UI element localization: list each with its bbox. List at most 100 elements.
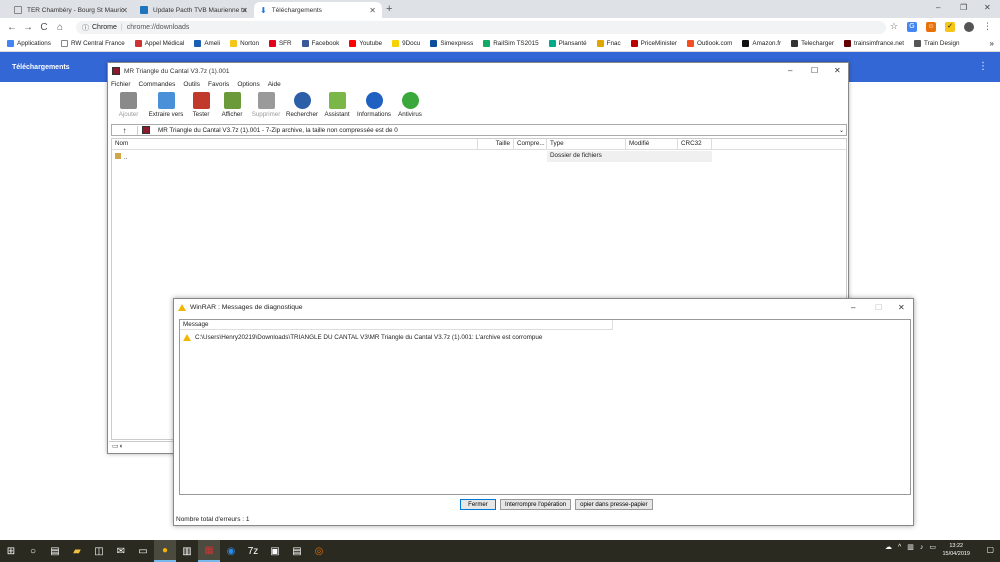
close-icon[interactable]: ✕ [369, 6, 376, 15]
copy-clipboard-button[interactable]: opier dans presse-papier [575, 499, 653, 510]
winrar-taskbar-icon[interactable]: ▦ [198, 540, 220, 562]
forward-button[interactable]: → [20, 22, 36, 33]
menu-fichier[interactable]: Fichier [111, 81, 131, 88]
extract-button[interactable]: Extraire vers [147, 90, 185, 118]
home-button[interactable]: ⌂ [52, 22, 68, 33]
bookmark-norton[interactable]: Norton [230, 40, 259, 47]
menu-outils[interactable]: Outils [183, 81, 200, 88]
column-name[interactable]: Nom [112, 139, 478, 149]
windows-start-icon[interactable]: ⊞ [0, 540, 22, 562]
new-tab-button[interactable]: + [386, 3, 392, 15]
keyboard-icon[interactable]: ▭ [929, 543, 936, 551]
bookmark-plansante[interactable]: Plansanté [548, 40, 587, 47]
bookmark-9docu[interactable]: 9Docu [392, 40, 420, 47]
column-modified[interactable]: Modifié [626, 139, 678, 149]
teamviewer-icon[interactable]: ◉ [220, 540, 242, 562]
app-icon[interactable]: ▤ [286, 540, 308, 562]
up-folder-button[interactable]: ↑ [112, 125, 138, 135]
menu-options[interactable]: Options [237, 81, 259, 88]
bookmark-amazon[interactable]: Amazon.fr [742, 40, 781, 47]
wizard-button[interactable]: Assistant [321, 90, 353, 118]
menu-commandes[interactable]: Commandes [139, 81, 176, 88]
chevron-down-icon[interactable]: ⌄ [839, 127, 844, 134]
mail-icon[interactable]: ✉ [110, 540, 132, 562]
tab-update[interactable]: Update Pacth TVB Maurienne ta ✕ [134, 2, 254, 18]
omnibox[interactable]: ⓘ Chrome | chrome://downloads [76, 21, 886, 34]
notification-icon[interactable]: ▢ [986, 545, 994, 554]
add-button[interactable]: Ajouter [112, 90, 145, 118]
test-button[interactable]: Tester [187, 90, 215, 118]
cloud-icon[interactable]: ☁ [885, 543, 892, 551]
7zip-icon[interactable]: 7z [242, 540, 264, 562]
file-explorer-icon[interactable]: ▰ [66, 540, 88, 562]
message-list[interactable]: Message C:\Users\Henry20219\Downloads\TR… [179, 319, 911, 495]
maximize-button[interactable]: ❐ [960, 3, 967, 12]
info-button[interactable]: Informations [355, 90, 393, 118]
movies-icon[interactable]: ▥ [176, 540, 198, 562]
menu-aide[interactable]: Aide [268, 81, 281, 88]
norton-icon[interactable]: ✓ [945, 21, 955, 32]
tab-ter[interactable]: TER Chambéry - Bourg St Mauric ✕ [8, 2, 134, 18]
app-icon[interactable]: ◎ [308, 540, 330, 562]
column-message[interactable]: Message [180, 320, 613, 330]
menu-icon[interactable]: ⋮ [978, 61, 988, 72]
minimize-button[interactable]: – [936, 3, 940, 12]
bookmark-youtube[interactable]: Youtube [349, 40, 382, 47]
tab-downloads[interactable]: ⬇ Téléchargements ✕ [254, 2, 382, 18]
bookmarks-more-icon[interactable]: » [990, 39, 994, 48]
chrome-icon[interactable]: ● [154, 540, 176, 562]
bookmark-train-design[interactable]: Train Design [914, 40, 960, 47]
maximize-button[interactable]: ☐ [811, 66, 818, 75]
antivirus-button[interactable]: Antivirus [395, 90, 425, 118]
close-icon[interactable]: ✕ [121, 6, 128, 15]
minimize-button[interactable]: – [851, 303, 855, 312]
close-button[interactable]: ✕ [834, 66, 841, 75]
avatar[interactable] [964, 21, 974, 32]
task-view-icon[interactable]: ▤ [44, 540, 66, 562]
bookmark-appel-medical[interactable]: Appel Médical [134, 40, 184, 47]
bookmark-ameli[interactable]: Ameli [194, 40, 220, 47]
extension-icon[interactable]: ☺ [926, 21, 936, 32]
bookmark-facebook[interactable]: Facebook [301, 40, 339, 47]
bookmark-applications[interactable]: Applications [7, 40, 51, 47]
menu-favoris[interactable]: Favoris [208, 81, 229, 88]
abort-button[interactable]: Interrompre l'opération [500, 499, 572, 510]
back-button[interactable]: ← [4, 22, 20, 33]
close-window-button[interactable]: ✕ [984, 3, 991, 12]
minimize-button[interactable]: – [788, 66, 792, 75]
path-bar[interactable]: ↑ MR Triangle du Cantal V3.7z (1).001 - … [111, 124, 847, 136]
column-type[interactable]: Type [547, 139, 626, 149]
bookmark-trainsimfrance[interactable]: trainsimfrance.net [844, 40, 904, 47]
table-row[interactable]: .. Dossier de fichiers [112, 151, 712, 162]
column-compressed[interactable]: Compre... [514, 139, 547, 149]
clock[interactable]: 13:22 15/04/2019 [942, 542, 970, 558]
photos-icon[interactable]: ▭ [132, 540, 154, 562]
bookmark-rw-central[interactable]: RW Central France [60, 40, 125, 47]
close-button[interactable]: ✕ [898, 303, 905, 312]
app-icon[interactable]: ▣ [264, 540, 286, 562]
bookmark-priceminister[interactable]: PriceMinister [630, 40, 677, 47]
find-button[interactable]: Rechercher [285, 90, 319, 118]
bookmark-fnac[interactable]: Fnac [596, 40, 621, 47]
bookmark-sfr[interactable]: SFR [268, 40, 292, 47]
bookmark-simexpress[interactable]: Simexpress [430, 40, 473, 47]
delete-button[interactable]: Supprimer [249, 90, 283, 118]
view-button[interactable]: Afficher [217, 90, 247, 118]
bookmark-star-icon[interactable]: ☆ [890, 21, 898, 32]
search-icon[interactable]: ○ [22, 540, 44, 562]
translate-icon[interactable]: G [907, 21, 917, 32]
column-size[interactable]: Taille [478, 139, 514, 149]
bookmark-railsim[interactable]: RailSim TS2015 [483, 40, 539, 47]
column-crc32[interactable]: CRC32 [678, 139, 712, 149]
bookmark-telecharger[interactable]: Telecharger [791, 40, 834, 47]
store-icon[interactable]: ◫ [88, 540, 110, 562]
chevron-up-icon[interactable]: ^ [898, 544, 901, 551]
close-icon[interactable]: ✕ [241, 6, 248, 15]
volume-icon[interactable]: ♪ [920, 544, 924, 551]
bookmark-outlook[interactable]: Outlook.com [687, 40, 732, 47]
close-dialog-button[interactable]: Fermer [460, 499, 496, 510]
menu-icon[interactable]: ⋮ [983, 21, 992, 32]
reload-button[interactable]: C [36, 22, 52, 33]
list-item[interactable]: C:\Users\Henry20219\Downloads\TRIANGLE D… [180, 334, 910, 341]
network-icon[interactable]: ▥ [907, 543, 914, 551]
